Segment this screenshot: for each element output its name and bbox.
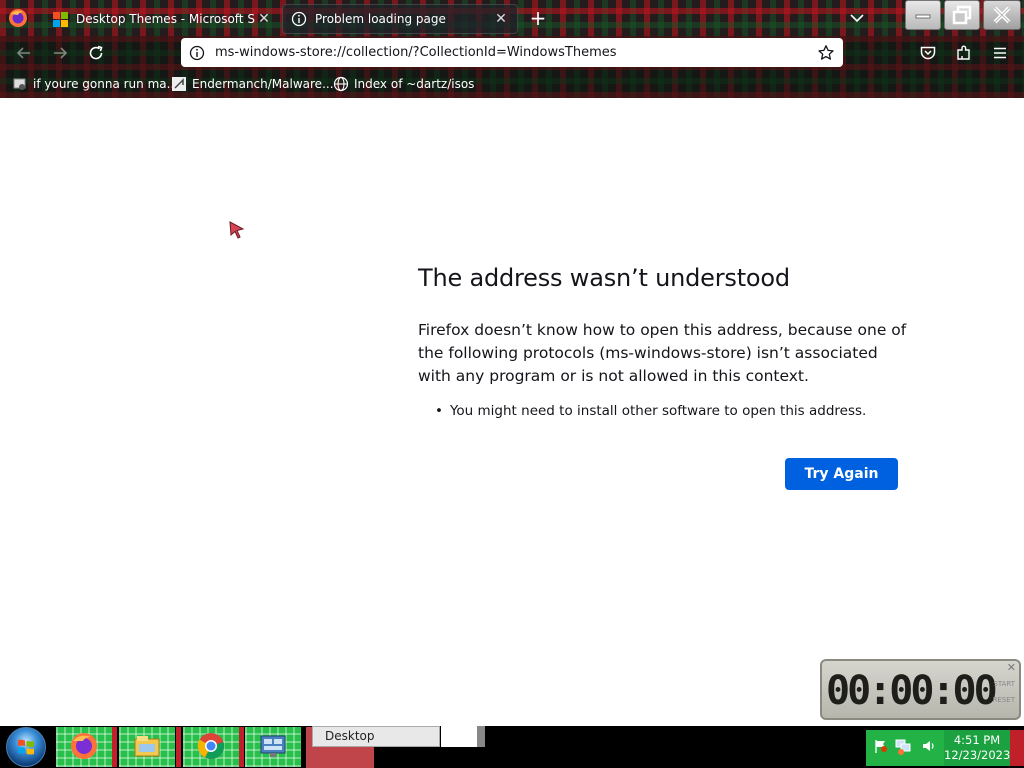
close-tab-icon[interactable]: ✕: [493, 11, 509, 27]
taskbar-firefox-button[interactable]: [56, 727, 112, 767]
restore-button[interactable]: [944, 0, 980, 30]
extensions-icon[interactable]: [954, 43, 974, 63]
bookmark-item[interactable]: Endermanch/Malware...: [171, 74, 334, 94]
error-description: Firefox doesn’t know how to open this ad…: [418, 321, 907, 385]
control-panel-icon: [258, 731, 288, 764]
show-desktop-button[interactable]: [1010, 730, 1024, 766]
forward-button[interactable]: [49, 42, 71, 64]
tab-title: Desktop Themes - Microsoft Supp: [76, 12, 256, 26]
close-tab-icon[interactable]: ✕: [256, 11, 272, 27]
stopwatch-reset-button[interactable]: RESET: [993, 696, 1015, 704]
try-again-button[interactable]: Try Again: [785, 458, 898, 490]
reload-button[interactable]: [85, 42, 107, 64]
tab-problem-loading[interactable]: Problem loading page ✕: [282, 4, 518, 34]
chrome-icon: [196, 731, 226, 764]
back-button[interactable]: [13, 42, 35, 64]
clock-date: 12/23/2023: [944, 748, 1011, 762]
new-tab-button[interactable]: +: [528, 8, 548, 28]
tab-title: Problem loading page: [315, 12, 446, 26]
stopwatch-gadget[interactable]: 00:00:00 ✕ START RESET: [820, 659, 1021, 720]
address-bar[interactable]: ms-windows-store://collection/?Collectio…: [181, 38, 843, 67]
hamburger-menu-icon[interactable]: [990, 43, 1010, 63]
bookmark-label: Endermanch/Malware...: [192, 77, 334, 91]
close-icon[interactable]: ✕: [1007, 661, 1016, 674]
stopwatch-display: 00:00:00: [826, 668, 996, 714]
globe-icon: [333, 76, 349, 92]
bookmark-site-icon: [171, 76, 187, 92]
mouse-cursor-icon: [228, 220, 246, 240]
info-icon: [291, 11, 307, 27]
network-icon[interactable]: [894, 737, 912, 755]
close-window-button[interactable]: [983, 0, 1021, 30]
microsoft-logo-icon: [52, 11, 68, 27]
bookmark-site-icon: [12, 76, 28, 92]
list-item: You might need to install other software…: [435, 403, 866, 419]
pocket-icon[interactable]: [918, 43, 938, 63]
volume-icon[interactable]: [920, 737, 938, 755]
action-center-flag-icon[interactable]: [872, 737, 890, 755]
bookmark-star-icon[interactable]: [817, 44, 835, 62]
taskbar-control-panel-button[interactable]: [245, 727, 301, 767]
address-input[interactable]: ms-windows-store://collection/?Collectio…: [215, 45, 817, 60]
bookmark-item[interactable]: Index of ~dartz/isos: [333, 74, 474, 94]
system-clock[interactable]: 4:51 PM 12/23/2023: [944, 730, 1010, 766]
tooltip-edge: [441, 726, 477, 747]
page-title: The address wasn’t understood: [418, 264, 790, 292]
chevron-down-icon[interactable]: [848, 10, 866, 26]
firefox-icon: [69, 731, 99, 764]
site-info-icon[interactable]: [189, 45, 205, 61]
clock-time: 4:51 PM: [953, 733, 1001, 747]
bookmark-item[interactable]: if youre gonna run ma...: [12, 74, 178, 94]
taskbar-separator: [112, 727, 117, 767]
desktop-tooltip: Desktop: [312, 726, 440, 747]
taskbar-explorer-button[interactable]: [119, 727, 175, 767]
taskbar-separator: [239, 727, 244, 767]
start-button[interactable]: [6, 727, 46, 767]
bookmark-label: Index of ~dartz/isos: [354, 77, 475, 91]
error-suggestions: You might need to install other software…: [435, 403, 866, 419]
taskbar-separator: [176, 727, 181, 767]
explorer-icon: [132, 731, 162, 764]
tooltip-edge: [477, 726, 485, 747]
minimize-button[interactable]: [905, 0, 941, 30]
stopwatch-start-button[interactable]: START: [993, 680, 1015, 688]
firefox-icon[interactable]: [8, 8, 28, 28]
taskbar-chrome-button[interactable]: [183, 727, 239, 767]
tab-desktop-themes[interactable]: Desktop Themes - Microsoft Supp ✕: [44, 4, 280, 34]
bookmark-label: if youre gonna run ma...: [33, 77, 179, 91]
